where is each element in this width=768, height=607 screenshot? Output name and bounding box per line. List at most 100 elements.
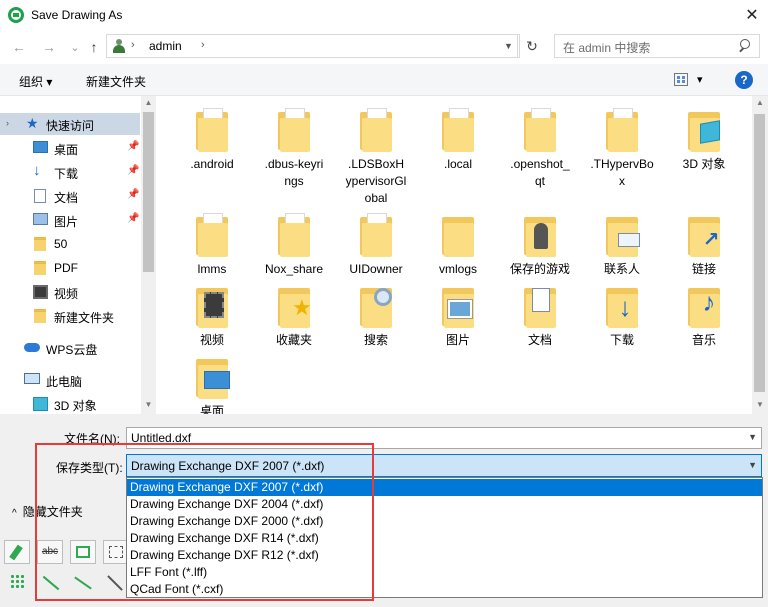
file-item[interactable]: lmms xyxy=(172,213,252,278)
sidebar-item-label: WPS云盘 xyxy=(46,343,98,357)
sidebar-item-label: 50 xyxy=(54,237,68,251)
file-item[interactable]: .openshot_qt xyxy=(500,108,580,190)
breadcrumb-admin[interactable]: admin xyxy=(149,39,182,53)
pencil-icon[interactable] xyxy=(4,540,30,564)
title-bar: Save Drawing As ✕ xyxy=(0,0,768,31)
file-item[interactable]: .LDSBoxHypervisorGlobal xyxy=(336,108,416,207)
file-item[interactable]: .THypervBox xyxy=(582,108,662,190)
address-bar[interactable]: › admin › xyxy=(106,34,518,58)
file-name: 图片 xyxy=(445,333,470,347)
file-item[interactable]: ★ 收藏夹 xyxy=(254,284,334,349)
breadcrumb-separator[interactable]: › xyxy=(201,39,205,51)
file-name: 3D 对象 xyxy=(682,157,726,171)
file-name: 联系人 xyxy=(603,262,640,276)
sidebar-item-new-folder[interactable]: 新建文件夹 xyxy=(0,305,140,327)
sidebar-item-label: 快速访问 xyxy=(46,119,95,133)
sidebar-item-label: 文档 xyxy=(54,191,79,205)
folder-icon xyxy=(276,108,312,152)
scroll-up-arrow-icon[interactable]: ▲ xyxy=(141,98,156,107)
collapse-chevron-icon[interactable]: › xyxy=(6,118,9,128)
desktop-icon xyxy=(33,141,48,153)
file-item[interactable]: 联系人 xyxy=(582,213,662,278)
sidebar-item-this-pc[interactable]: 此电脑 xyxy=(0,369,140,391)
sidebar-item-desktop[interactable]: 桌面 📌 xyxy=(0,137,140,159)
view-dropdown-button[interactable]: ▾ xyxy=(697,73,703,86)
help-button[interactable]: ? xyxy=(735,71,753,89)
search-box[interactable]: 在 admin 中搜索 xyxy=(554,34,760,58)
picture-icon xyxy=(33,213,48,225)
file-name: 链接 xyxy=(691,262,716,276)
folder-icon xyxy=(276,213,312,257)
file-item[interactable]: .android xyxy=(172,108,252,173)
favorites-icon: ★ xyxy=(276,284,312,328)
file-item[interactable]: 视频 xyxy=(172,284,252,349)
folder-icon xyxy=(440,108,476,152)
sidebar-item-pdf[interactable]: PDF xyxy=(0,257,140,279)
file-item[interactable]: 文档 xyxy=(500,284,580,349)
file-item[interactable]: 搜索 xyxy=(336,284,416,349)
user-folder-icon xyxy=(111,38,127,54)
search-icon[interactable] xyxy=(739,39,753,53)
view-options-icon[interactable] xyxy=(674,73,688,86)
file-item[interactable]: .dbus-keyrings xyxy=(254,108,334,190)
sidebar-item-downloads[interactable]: ↓ 下载 📌 xyxy=(0,161,140,183)
file-name: 收藏夹 xyxy=(275,333,312,347)
folder-icon xyxy=(358,213,394,257)
sidebar-scrollbar-thumb[interactable] xyxy=(143,112,154,272)
file-item[interactable]: 保存的游戏 xyxy=(500,213,580,278)
address-dropdown-button[interactable]: ▼ xyxy=(498,34,520,58)
highlight-annotation-box xyxy=(35,443,374,601)
sidebar-item-50[interactable]: 50 xyxy=(0,233,140,255)
file-item[interactable]: 图片 xyxy=(418,284,498,349)
recent-locations-button[interactable]: ⌄ xyxy=(66,38,84,56)
file-name: 保存的游戏 xyxy=(509,262,570,276)
file-name: 文档 xyxy=(527,333,552,347)
search-folder-icon xyxy=(358,284,394,328)
close-button[interactable]: ✕ xyxy=(738,2,766,28)
chevron-down-icon[interactable]: ▼ xyxy=(748,432,757,442)
up-button[interactable]: ↑ xyxy=(85,38,103,56)
links-icon: ↗ xyxy=(686,213,722,257)
scroll-down-arrow-icon[interactable]: ▼ xyxy=(752,400,768,409)
file-item[interactable]: ♪ 音乐 xyxy=(664,284,744,349)
file-item[interactable]: 桌面 xyxy=(172,355,252,420)
sidebar-item-documents[interactable]: 文档 📌 xyxy=(0,185,140,207)
sidebar-item-quick-access[interactable]: › ★ 快速访问 xyxy=(0,113,140,135)
new-folder-button[interactable]: 新建文件夹 xyxy=(86,73,146,90)
breadcrumb-separator[interactable]: › xyxy=(131,39,135,51)
video-folder-icon xyxy=(194,284,230,328)
sidebar-item-label: 此电脑 xyxy=(46,375,83,389)
grid-icon[interactable] xyxy=(10,574,26,590)
video-icon xyxy=(33,285,48,299)
navigation-pane: › ★ 快速访问 桌面 📌 ↓ 下载 📌 文档 📌 图片 📌 50 PDF 视频… xyxy=(0,96,156,414)
sidebar-item-label: PDF xyxy=(54,261,78,275)
forward-button[interactable]: → xyxy=(40,38,58,56)
file-list-scrollbar-thumb[interactable] xyxy=(754,114,765,392)
sidebar-item-videos[interactable]: 视频 xyxy=(0,281,140,303)
file-item[interactable]: Nox_share xyxy=(254,213,334,278)
pin-icon: 📌 xyxy=(127,165,140,176)
file-item[interactable]: ↗ 链接 xyxy=(664,213,744,278)
organize-menu[interactable]: 组织 ▾ xyxy=(19,73,52,90)
file-item[interactable]: ↓ 下载 xyxy=(582,284,662,349)
window-title: Save Drawing As xyxy=(31,8,123,22)
file-item[interactable]: 3D 对象 xyxy=(664,108,744,173)
file-item[interactable]: UIDowner xyxy=(336,213,416,278)
refresh-button[interactable]: ↻ xyxy=(522,35,542,57)
scroll-up-arrow-icon[interactable]: ▲ xyxy=(752,98,768,107)
qcad-app-icon xyxy=(8,7,24,23)
back-button[interactable]: ← xyxy=(10,38,28,56)
file-name: 搜索 xyxy=(363,333,388,347)
downloads-folder-icon: ↓ xyxy=(604,284,640,328)
sidebar-item-pictures[interactable]: 图片 📌 xyxy=(0,209,140,231)
search-input[interactable]: 在 admin 中搜索 xyxy=(563,39,650,56)
chevron-down-icon[interactable]: ▼ xyxy=(748,460,757,470)
file-name: vmlogs xyxy=(438,262,477,276)
file-name: 音乐 xyxy=(691,333,716,347)
sidebar-item-wps-cloud[interactable]: WPS云盘 xyxy=(0,337,140,359)
file-item[interactable]: .local xyxy=(418,108,498,173)
sidebar-item-label: 视频 xyxy=(54,287,79,301)
scroll-down-arrow-icon[interactable]: ▼ xyxy=(141,400,156,409)
sidebar-item-3d-objects[interactable]: 3D 对象 xyxy=(0,393,140,414)
file-item[interactable]: vmlogs xyxy=(418,213,498,278)
